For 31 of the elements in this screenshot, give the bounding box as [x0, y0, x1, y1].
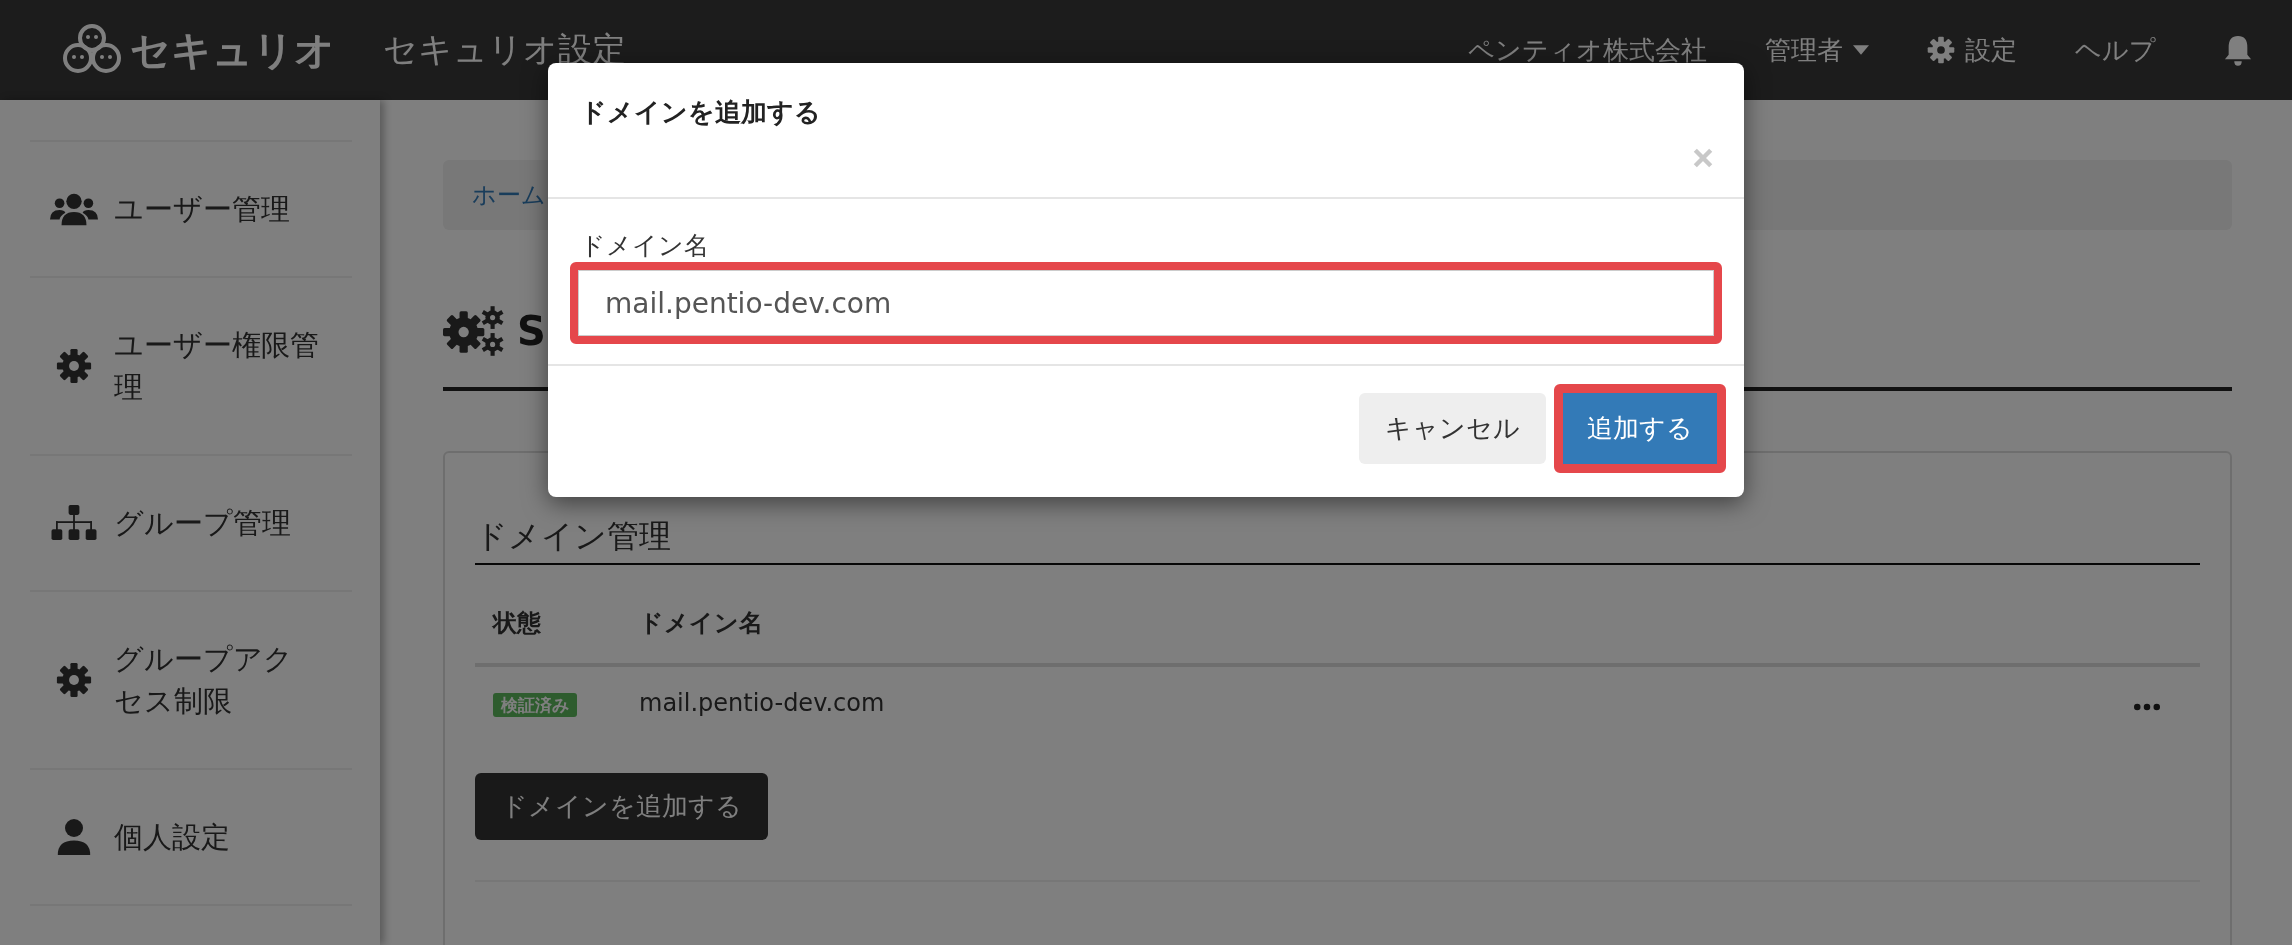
- more-icon[interactable]: [2134, 703, 2160, 711]
- column-header: ドメイン名: [621, 595, 1837, 665]
- add-domain-button[interactable]: ドメインを追加する: [475, 773, 768, 840]
- card-title: ドメイン管理: [475, 515, 2200, 565]
- dialog-title: ドメインを追加する: [580, 96, 821, 129]
- users-icon: [50, 191, 98, 227]
- sidebar-item[interactable]: グループ管理: [30, 454, 352, 593]
- breadcrumb-link[interactable]: ホーム: [472, 179, 546, 211]
- column-header: 状態: [475, 595, 621, 665]
- submit-button[interactable]: 追加する: [1563, 393, 1717, 464]
- domain-input-field[interactable]: mail.pentio-dev.com: [570, 262, 1722, 344]
- sidebar-item[interactable]: ユーザー権限管理: [30, 276, 352, 457]
- table-cell: mail.pentio-dev.com: [621, 665, 1837, 763]
- bell-icon: [2224, 34, 2252, 66]
- caret-icon: [1853, 45, 1869, 55]
- sitemap-icon: [50, 505, 98, 542]
- sidebar-item[interactable]: 個人設定: [30, 768, 352, 907]
- field-label: ドメイン名: [580, 230, 710, 262]
- help-link[interactable]: ヘルプ: [2075, 32, 2156, 68]
- gears-icon: [443, 305, 505, 357]
- settings-link[interactable]: 設定: [1927, 32, 2017, 68]
- sidebar-item[interactable]: ユーザー管理: [30, 140, 352, 279]
- cancel-button[interactable]: キャンセル: [1359, 393, 1546, 464]
- logo-text[interactable]: セキュリオ: [130, 22, 335, 78]
- user-menu[interactable]: 管理者: [1765, 32, 1869, 68]
- notifications-button[interactable]: [2224, 34, 2252, 66]
- company-name: ペンティオ株式会社: [1468, 33, 1707, 67]
- gear-icon: [1927, 36, 1955, 64]
- status-badge: 検証済み: [493, 693, 577, 717]
- page-title: S: [517, 308, 546, 354]
- sidebar-item[interactable]: グループアクセス制限: [30, 590, 352, 771]
